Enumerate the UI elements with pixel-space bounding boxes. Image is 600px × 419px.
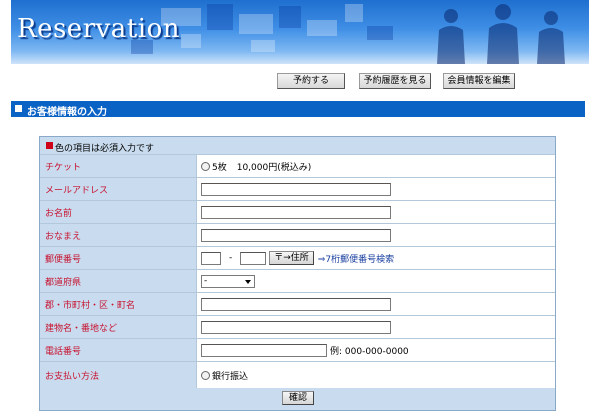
phone-row: 電話番号 例: 000-000-0000 <box>40 339 555 362</box>
reserve-button[interactable]: 予約する <box>277 73 345 89</box>
payment-label: お支払い方法 <box>40 362 197 388</box>
name-label: お名前 <box>40 201 197 223</box>
required-color-icon <box>46 142 53 149</box>
kana-field[interactable] <box>201 228 391 242</box>
city-row: 郡・市町村・区・町名 <box>40 293 555 316</box>
postal-code-second-field[interactable] <box>240 251 267 265</box>
building-row: 建物名・番地など <box>40 316 555 339</box>
reservation-history-button[interactable]: 予約履歴を見る <box>359 73 431 89</box>
phone-example: 例: 000-000-0000 <box>330 346 409 357</box>
section-title: お客様情報の入力 <box>27 107 107 118</box>
payment-option: 銀行振込 <box>212 371 249 382</box>
confirm-row: 確認 <box>40 388 555 410</box>
ticket-label: チケット <box>40 155 197 177</box>
prefecture-label: 都道府県 <box>40 270 197 292</box>
phone-label: 電話番号 <box>40 339 197 361</box>
header-banner: Reservation <box>11 0 589 64</box>
square-bullet-icon <box>15 105 22 112</box>
chevron-down-icon <box>245 279 251 284</box>
name-field[interactable] <box>201 205 391 219</box>
building-label: 建物名・番地など <box>40 316 197 338</box>
phone-field[interactable] <box>201 343 327 357</box>
kana-row: おなまえ <box>40 224 555 247</box>
ticket-radio[interactable] <box>201 161 210 171</box>
prefecture-row: 都道府県 - <box>40 270 555 293</box>
edit-member-info-button[interactable]: 会員情報を編集 <box>443 73 515 89</box>
postal-row: 郵便番号 - 〒→住所 ⇒7桁郵便番号検索 <box>40 247 555 270</box>
kana-label: おなまえ <box>40 224 197 246</box>
customer-info-form: 色の項目は必須入力です チケット 5枚 10,000円(税込み) メールアドレス… <box>39 136 556 411</box>
postal-label: 郵便番号 <box>40 247 197 269</box>
business-people-illustration <box>437 4 565 64</box>
bank-transfer-radio[interactable] <box>201 370 210 380</box>
ticket-row: チケット 5枚 10,000円(税込み) <box>40 155 555 178</box>
email-row: メールアドレス <box>40 178 555 201</box>
prefecture-select[interactable]: - <box>201 274 255 288</box>
confirm-button[interactable]: 確認 <box>282 391 314 405</box>
postal-search-link[interactable]: ⇒7桁郵便番号検索 <box>318 252 394 265</box>
city-label: 郡・市町村・区・町名 <box>40 293 197 315</box>
page-title: Reservation <box>17 14 180 44</box>
name-row: お名前 <box>40 201 555 224</box>
building-field[interactable] <box>201 320 391 334</box>
email-label: メールアドレス <box>40 178 197 200</box>
postal-code-first-field[interactable] <box>201 251 221 265</box>
section-header: お客様情報の入力 <box>11 101 585 118</box>
postal-lookup-button[interactable]: 〒→住所 <box>269 251 314 265</box>
ticket-price: 10,000円(税込み) <box>236 162 312 173</box>
city-field[interactable] <box>201 297 391 311</box>
payment-row: お支払い方法 銀行振込 <box>40 362 555 388</box>
required-notice: 色の項目は必須入力です <box>40 137 555 155</box>
ticket-option: 5枚 <box>212 162 227 173</box>
email-field[interactable] <box>201 182 391 196</box>
